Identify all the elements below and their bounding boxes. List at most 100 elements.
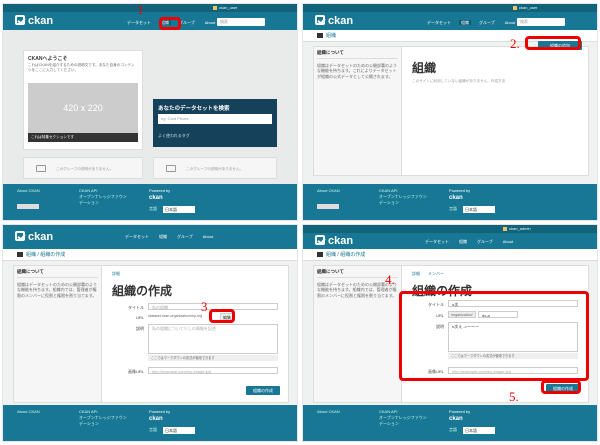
masthead: ckan データセット 組織 グループ About (3, 225, 297, 249)
highlight-form (399, 291, 589, 381)
home-icon[interactable] (317, 33, 323, 38)
site-footer: About CKAN CKAN API オープンナレッジファウンデーション Po… (3, 184, 297, 220)
group-empty-text: このグループの説明がありません。 (56, 167, 114, 171)
aside-title: 組織について (317, 50, 398, 59)
content-box: 組織について 組織はデータセットのための公開部署のような機能を持ちます。これによ… (313, 41, 589, 176)
powered-by: Powered by (149, 409, 171, 414)
nav-organizations[interactable]: 組織 (457, 239, 469, 244)
language-select[interactable]: 日本語 (163, 427, 195, 434)
featured-image-placeholder: 420 x 220 (28, 83, 138, 133)
nav-about[interactable]: About (503, 20, 517, 25)
welcome-box: CKANへようこそ これはCKANを紹介するための説明文です。あなた自身のコンテ… (23, 50, 143, 150)
site-footer: About CKAN CKAN API オープンナレッジファウンデーション Po… (303, 405, 597, 441)
dataset-search-input[interactable]: eg. Gold Prices (158, 114, 272, 124)
language-select[interactable]: 日本語 (163, 206, 195, 213)
breadcrumb-org[interactable]: 組織 (26, 252, 36, 258)
search-box: あなたのデータセットを検索 eg. Gold Prices よく使われるタグ (153, 99, 277, 147)
footer-logo[interactable]: ckan (149, 416, 163, 422)
logo-icon (315, 235, 325, 245)
popular-tags: よく使われるタグ (158, 133, 190, 138)
aside: 組織について 組織はデータセットのための公開部署のような機能を持ちます。組織内で… (14, 266, 102, 402)
breadcrumb-org[interactable]: 組織 (326, 252, 336, 258)
avatar (213, 5, 217, 10)
footer-foundation[interactable]: オープンナレッジファウンデーション (379, 194, 429, 206)
nav-about[interactable]: About (201, 234, 215, 239)
highlight-create-button (541, 380, 581, 394)
site-footer: About CKAN CKAN API オープンナレッジファウンデーション Po… (303, 184, 597, 220)
tab-details[interactable]: 詳細 (412, 271, 420, 277)
license-badge[interactable] (17, 204, 39, 211)
footer-logo[interactable]: ckan (449, 416, 463, 422)
nav-groups[interactable]: グループ (477, 20, 497, 25)
powered-by: Powered by (449, 188, 471, 193)
nav-about[interactable]: About (203, 20, 217, 25)
screenshot-home: ckan_user ckan データセット 組織 グループ About 検索 1 CK… (2, 3, 298, 221)
user-menu[interactable]: ckan_user (513, 5, 553, 11)
nav-groups[interactable]: グループ (475, 239, 495, 244)
footer-logo[interactable]: ckan (449, 195, 463, 201)
powered-by: Powered by (149, 188, 171, 193)
create-organization-button[interactable]: 組織の作成 (246, 386, 280, 395)
step-3: 3 (201, 299, 208, 314)
footer-logo[interactable]: ckan (149, 195, 163, 201)
image-url-label: 画像URL (127, 369, 144, 374)
image-url-input[interactable]: http://example.com/my-image.jpg (148, 367, 278, 374)
nav-datasets[interactable]: データセット (425, 20, 453, 25)
footer-foundation[interactable]: オープンナレッジファウンデーション (79, 415, 129, 427)
ckan-logo[interactable]: ckan (15, 15, 53, 27)
group-card[interactable]: このグループの説明がありません。 (23, 157, 143, 179)
content-box: 組織について 組織はデータセットのための公開部署のような機能を持ちます。組織内で… (13, 265, 289, 403)
tab-details[interactable]: 詳細 (112, 271, 120, 277)
url-label: URL (135, 315, 144, 320)
avatar (513, 5, 517, 10)
page-title: 組織の作成 (112, 284, 173, 298)
logo-icon (15, 231, 25, 241)
step-5: 5. (509, 389, 519, 404)
breadcrumb-org[interactable]: 組織 (326, 33, 336, 39)
user-menu[interactable]: ckan_user (213, 5, 253, 11)
nav-organizations[interactable]: 組織 (459, 20, 471, 25)
page-title: 組織 (412, 61, 437, 75)
search-input[interactable]: 検索 (217, 18, 265, 26)
footer-about[interactable]: About CKAN (317, 188, 340, 194)
nav-datasets[interactable]: データセット (125, 20, 153, 25)
nav-groups[interactable]: グループ (175, 234, 195, 239)
nav-datasets[interactable]: データセット (123, 234, 151, 239)
footer-foundation[interactable]: オープンナレッジファウンデーション (379, 415, 429, 427)
lang-label: 言語 (449, 427, 457, 432)
search-input[interactable]: 検索 (517, 18, 565, 26)
aside: 組織について 組織はデータセットのための公開部署のような機能を持ちます。これによ… (314, 47, 402, 175)
footer-about[interactable]: About CKAN (17, 188, 40, 194)
description-textarea[interactable]: 私の組織について少しの情報を記述 (148, 324, 278, 354)
license-badge[interactable] (317, 204, 339, 211)
breadcrumb-create[interactable]: 組織の作成 (40, 252, 65, 258)
username: ckan_user (219, 5, 238, 10)
nav-datasets[interactable]: データセット (423, 239, 451, 244)
ckan-logo[interactable]: ckan (315, 235, 353, 247)
step-4: 4. (385, 272, 395, 287)
screenshot-create-organization-filled: ckan_admin ckan データセット 組織 グループ About 組織 / 組… (302, 224, 598, 442)
footer-foundation[interactable]: オープンナレッジファウンデーション (79, 194, 129, 206)
logo-icon (15, 15, 25, 25)
tab-members[interactable]: メンバー (428, 271, 444, 277)
nav-about[interactable]: About (501, 239, 515, 244)
ckan-logo[interactable]: ckan (15, 231, 53, 243)
masthead: ckan_user ckan データセット 組織 グループ About 検索 (303, 4, 597, 30)
aside-text: 組織はデータセットのための公開部署のような機能を持ちます。組織内では、管理者が権… (17, 281, 97, 298)
footer-about[interactable]: About CKAN (317, 409, 340, 415)
powered-by: Powered by (449, 409, 471, 414)
nav-organizations[interactable]: 組織 (157, 234, 169, 239)
username: ckan_user (519, 5, 538, 10)
breadcrumb-create[interactable]: 組織の作成 (340, 252, 365, 258)
description-label: 説明 (136, 326, 144, 331)
highlight-add-button (525, 36, 581, 50)
org-card[interactable]: このグループの説明がありません。 (153, 157, 277, 179)
language-select[interactable]: 日本語 (463, 206, 495, 213)
footer-about[interactable]: About CKAN (17, 409, 40, 415)
language-select[interactable]: 日本語 (463, 427, 495, 434)
highlight-organizations (159, 17, 181, 30)
home-icon[interactable] (317, 252, 323, 257)
ckan-logo[interactable]: ckan (315, 15, 353, 27)
user-menu[interactable]: ckan_admin (503, 226, 543, 232)
home-icon[interactable] (17, 252, 23, 257)
